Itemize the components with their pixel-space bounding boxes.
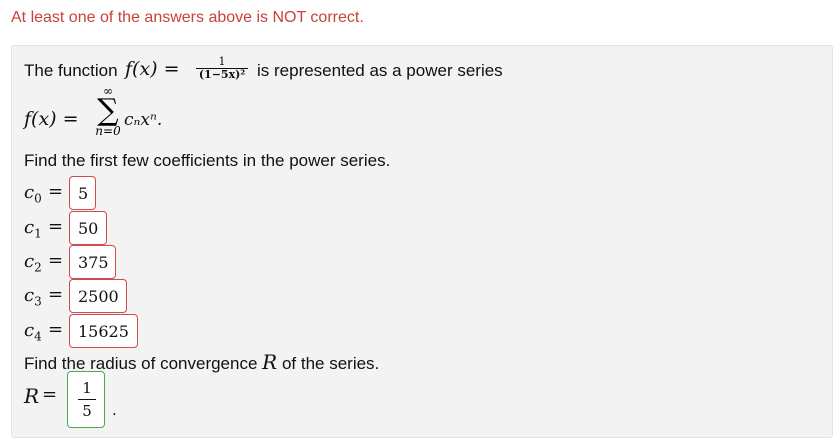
coefficient-label-c4: c4 xyxy=(24,320,42,344)
answer-warning: At least one of the answers above is NOT… xyxy=(11,9,364,26)
radius-symbol: R xyxy=(262,350,278,374)
function-fraction-numerator: 1 xyxy=(218,55,226,68)
series-lhs: f(x) = xyxy=(24,108,79,130)
coefficient-equals: = xyxy=(48,181,64,202)
coefficient-subscript: 3 xyxy=(34,294,42,309)
coefficient-equals: = xyxy=(48,216,64,237)
radius-denominator: 5 xyxy=(82,402,92,420)
coefficient-letter: c xyxy=(24,285,35,306)
find-radius-prefix: Find the radius of convergence xyxy=(24,354,258,373)
function-lhs: f(x) = xyxy=(125,58,180,80)
coefficient-answer-value: 15625 xyxy=(78,321,129,341)
coefficient-label-c0: c0 xyxy=(24,182,42,206)
coefficient-answer-field-c0[interactable]: 5 xyxy=(69,176,96,210)
coefficient-label-c2: c2 xyxy=(24,251,42,275)
coefficient-subscript: 2 xyxy=(34,260,42,275)
coefficient-answer-field-c4[interactable]: 15625 xyxy=(69,314,138,348)
coefficient-equals: = xyxy=(48,250,64,271)
intro-text: The function xyxy=(24,61,118,80)
coefficient-answer-field-c3[interactable]: 2500 xyxy=(69,279,127,313)
radius-trailing-period: . xyxy=(112,400,117,419)
series-term: cₙxⁿ. xyxy=(124,110,163,130)
find-coefficients-text: Find the first few coefficients in the p… xyxy=(24,151,391,170)
radius-fraction-bar xyxy=(78,399,96,400)
coefficient-answer-value: 375 xyxy=(78,252,109,272)
coefficient-answer-value: 2500 xyxy=(78,286,119,306)
sigma-lower-limit: n=0 xyxy=(95,124,121,138)
radius-fraction: 1 5 xyxy=(78,379,96,420)
coefficient-answer-field-c2[interactable]: 375 xyxy=(69,245,116,279)
after-fraction-text: is represented as a power series xyxy=(257,61,503,80)
coefficient-label-c1: c1 xyxy=(24,217,42,241)
function-fraction: 1 (1−5x)² xyxy=(196,56,248,81)
coefficient-subscript: 1 xyxy=(34,226,42,241)
coefficient-letter: c xyxy=(24,182,35,203)
sigma-symbol: ∑ xyxy=(97,93,119,128)
coefficient-label-c3: c3 xyxy=(24,285,42,309)
coefficient-answer-field-c1[interactable]: 50 xyxy=(69,211,107,245)
coefficient-letter: c xyxy=(24,217,35,238)
radius-equals: = xyxy=(42,384,58,405)
coefficient-letter: c xyxy=(24,320,35,341)
coefficient-equals: = xyxy=(48,319,64,340)
problem-panel xyxy=(11,45,833,438)
radius-label: R xyxy=(24,384,40,408)
coefficient-letter: c xyxy=(24,251,35,272)
function-fraction-denominator: (1−5x)² xyxy=(198,68,246,81)
coefficient-equals: = xyxy=(48,284,64,305)
find-radius-suffix: of the series. xyxy=(281,354,380,373)
coefficient-answer-value: 5 xyxy=(78,183,89,203)
coefficient-subscript: 0 xyxy=(34,191,42,206)
coefficient-subscript: 4 xyxy=(34,329,42,344)
radius-answer-field[interactable]: 1 5 xyxy=(67,371,105,428)
coefficient-answer-value: 50 xyxy=(78,218,99,238)
summation: ∞ ∑ n=0 xyxy=(90,85,126,139)
radius-numerator: 1 xyxy=(82,379,92,397)
